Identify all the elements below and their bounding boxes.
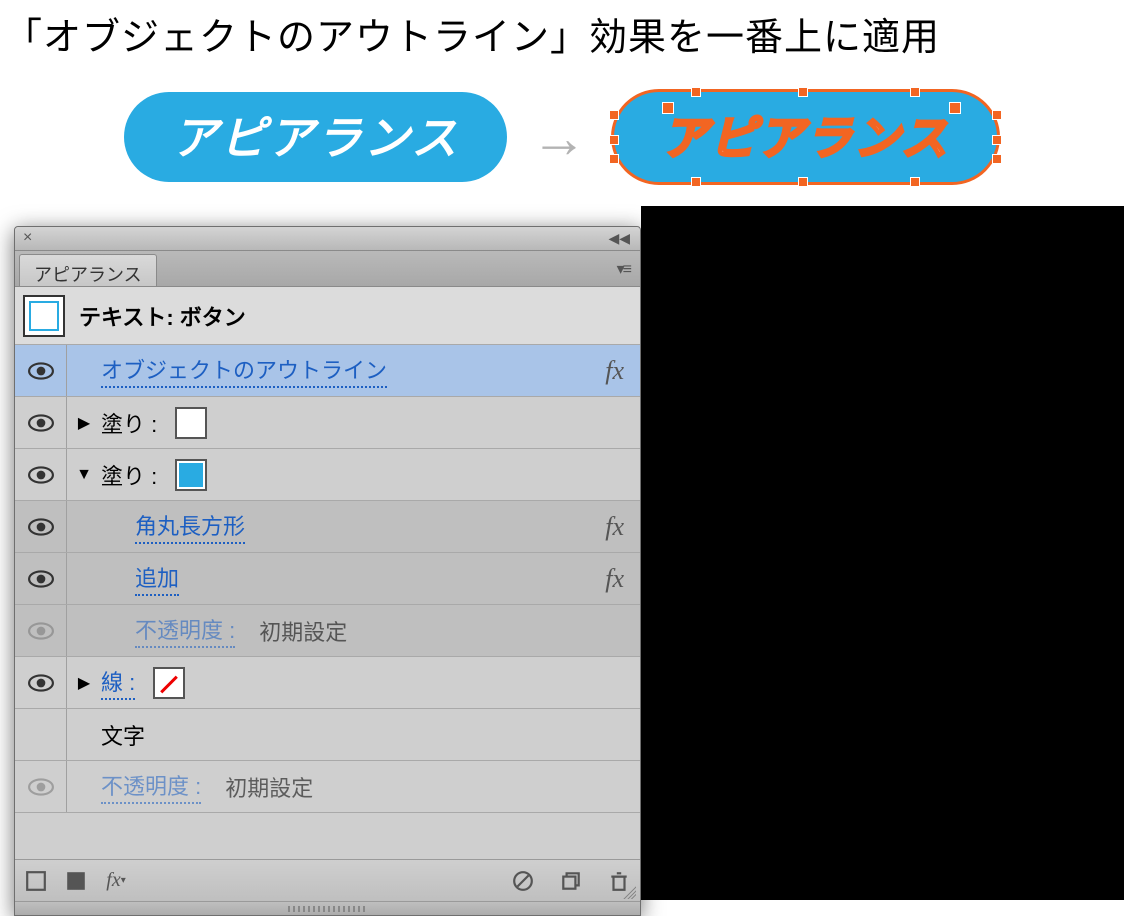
close-icon[interactable]: ×	[23, 229, 32, 247]
row-opacity-outer[interactable]: 不透明度 : 初期設定	[15, 761, 640, 813]
stroke-link[interactable]: 線 :	[101, 665, 135, 700]
no-fill-icon[interactable]	[25, 870, 47, 892]
row-outline-effect[interactable]: オブジェクトのアウトライン fx	[15, 345, 640, 397]
panel-window-bar[interactable]: × ◀◀	[15, 227, 640, 251]
clear-icon[interactable]	[512, 870, 534, 892]
row-round-rect[interactable]: 角丸長方形 fx	[15, 501, 640, 553]
row-add[interactable]: 追加 fx	[15, 553, 640, 605]
fill-label: 塗り :	[101, 407, 157, 439]
target-thumbnail	[23, 295, 65, 337]
visibility-toggle[interactable]	[15, 605, 67, 656]
hero-illustration: アピアランス → アピアランス	[0, 61, 1124, 215]
opacity-value: 初期設定	[225, 771, 313, 803]
canvas-black-area	[641, 206, 1124, 900]
swatch-none[interactable]	[153, 667, 185, 699]
eye-icon	[28, 622, 54, 640]
duplicate-icon[interactable]	[560, 870, 582, 892]
eye-icon	[28, 466, 54, 484]
panel-menu-icon[interactable]: ▾≡	[617, 259, 630, 279]
opacity-value: 初期設定	[259, 615, 347, 647]
visibility-toggle[interactable]	[15, 761, 67, 812]
visibility-spacer	[15, 709, 67, 760]
eye-icon	[28, 414, 54, 432]
fx-icon[interactable]: fx	[605, 356, 624, 386]
visibility-toggle[interactable]	[15, 345, 67, 396]
visibility-toggle[interactable]	[15, 657, 67, 708]
visibility-toggle[interactable]	[15, 397, 67, 448]
row-fill-blue[interactable]: ▼ 塗り :	[15, 449, 640, 501]
resize-grip-icon[interactable]	[620, 883, 636, 899]
eye-icon	[28, 362, 54, 380]
tab-appearance[interactable]: アピアランス	[19, 254, 157, 286]
panel-body: テキスト: ボタン オブジェクトのアウトライン fx ▶ 塗り :	[15, 287, 640, 859]
panel-tabbar: アピアランス ▾≡	[15, 251, 640, 287]
expand-toggle[interactable]: ▶	[67, 673, 101, 693]
eye-icon	[28, 570, 54, 588]
fx-icon[interactable]: fx	[605, 564, 624, 594]
characters-label: 文字	[101, 719, 145, 751]
opacity-link[interactable]: 不透明度 :	[101, 769, 201, 804]
fx-menu-icon[interactable]: fx▾	[105, 870, 127, 892]
pill-after-wrap: アピアランス	[611, 89, 1000, 185]
target-label: テキスト: ボタン	[79, 300, 246, 332]
row-target-header[interactable]: テキスト: ボタン	[15, 287, 640, 345]
swatch-white[interactable]	[175, 407, 207, 439]
effect-link-add[interactable]: 追加	[135, 561, 179, 596]
row-fill-white[interactable]: ▶ 塗り :	[15, 397, 640, 449]
eye-icon	[28, 518, 54, 536]
visibility-toggle[interactable]	[15, 501, 67, 552]
pill-after-text: アピアランス	[662, 102, 949, 168]
expand-toggle[interactable]: ▼	[67, 466, 101, 484]
row-opacity-inner[interactable]: 不透明度 : 初期設定	[15, 605, 640, 657]
row-stroke[interactable]: ▶ 線 :	[15, 657, 640, 709]
panel-footer: fx▾	[15, 859, 640, 901]
swatch-blue[interactable]	[175, 459, 207, 491]
panel-spacer	[15, 813, 640, 853]
panel-drag-handle[interactable]	[15, 901, 640, 915]
eye-icon	[28, 674, 54, 692]
fill-label: 塗り :	[101, 459, 157, 491]
eye-icon	[28, 778, 54, 796]
collapse-icon[interactable]: ◀◀	[608, 230, 630, 247]
visibility-toggle[interactable]	[15, 449, 67, 500]
solid-fill-icon[interactable]	[65, 870, 87, 892]
appearance-panel: × ◀◀ アピアランス ▾≡ テキスト: ボタン オブジェクトのアウトライン f…	[14, 226, 641, 916]
arrow-icon: →	[531, 105, 587, 170]
expand-toggle[interactable]: ▶	[67, 413, 101, 433]
effect-link-roundrect[interactable]: 角丸長方形	[135, 509, 245, 544]
fx-icon[interactable]: fx	[605, 512, 624, 542]
row-characters[interactable]: 文字	[15, 709, 640, 761]
page-title: 「オブジェクトのアウトライン」効果を一番上に適用	[0, 0, 1124, 61]
pill-before: アピアランス	[124, 92, 507, 182]
visibility-toggle[interactable]	[15, 553, 67, 604]
effect-link-outline[interactable]: オブジェクトのアウトライン	[101, 353, 387, 388]
opacity-link[interactable]: 不透明度 :	[135, 613, 235, 648]
pill-after: アピアランス	[611, 89, 1000, 185]
